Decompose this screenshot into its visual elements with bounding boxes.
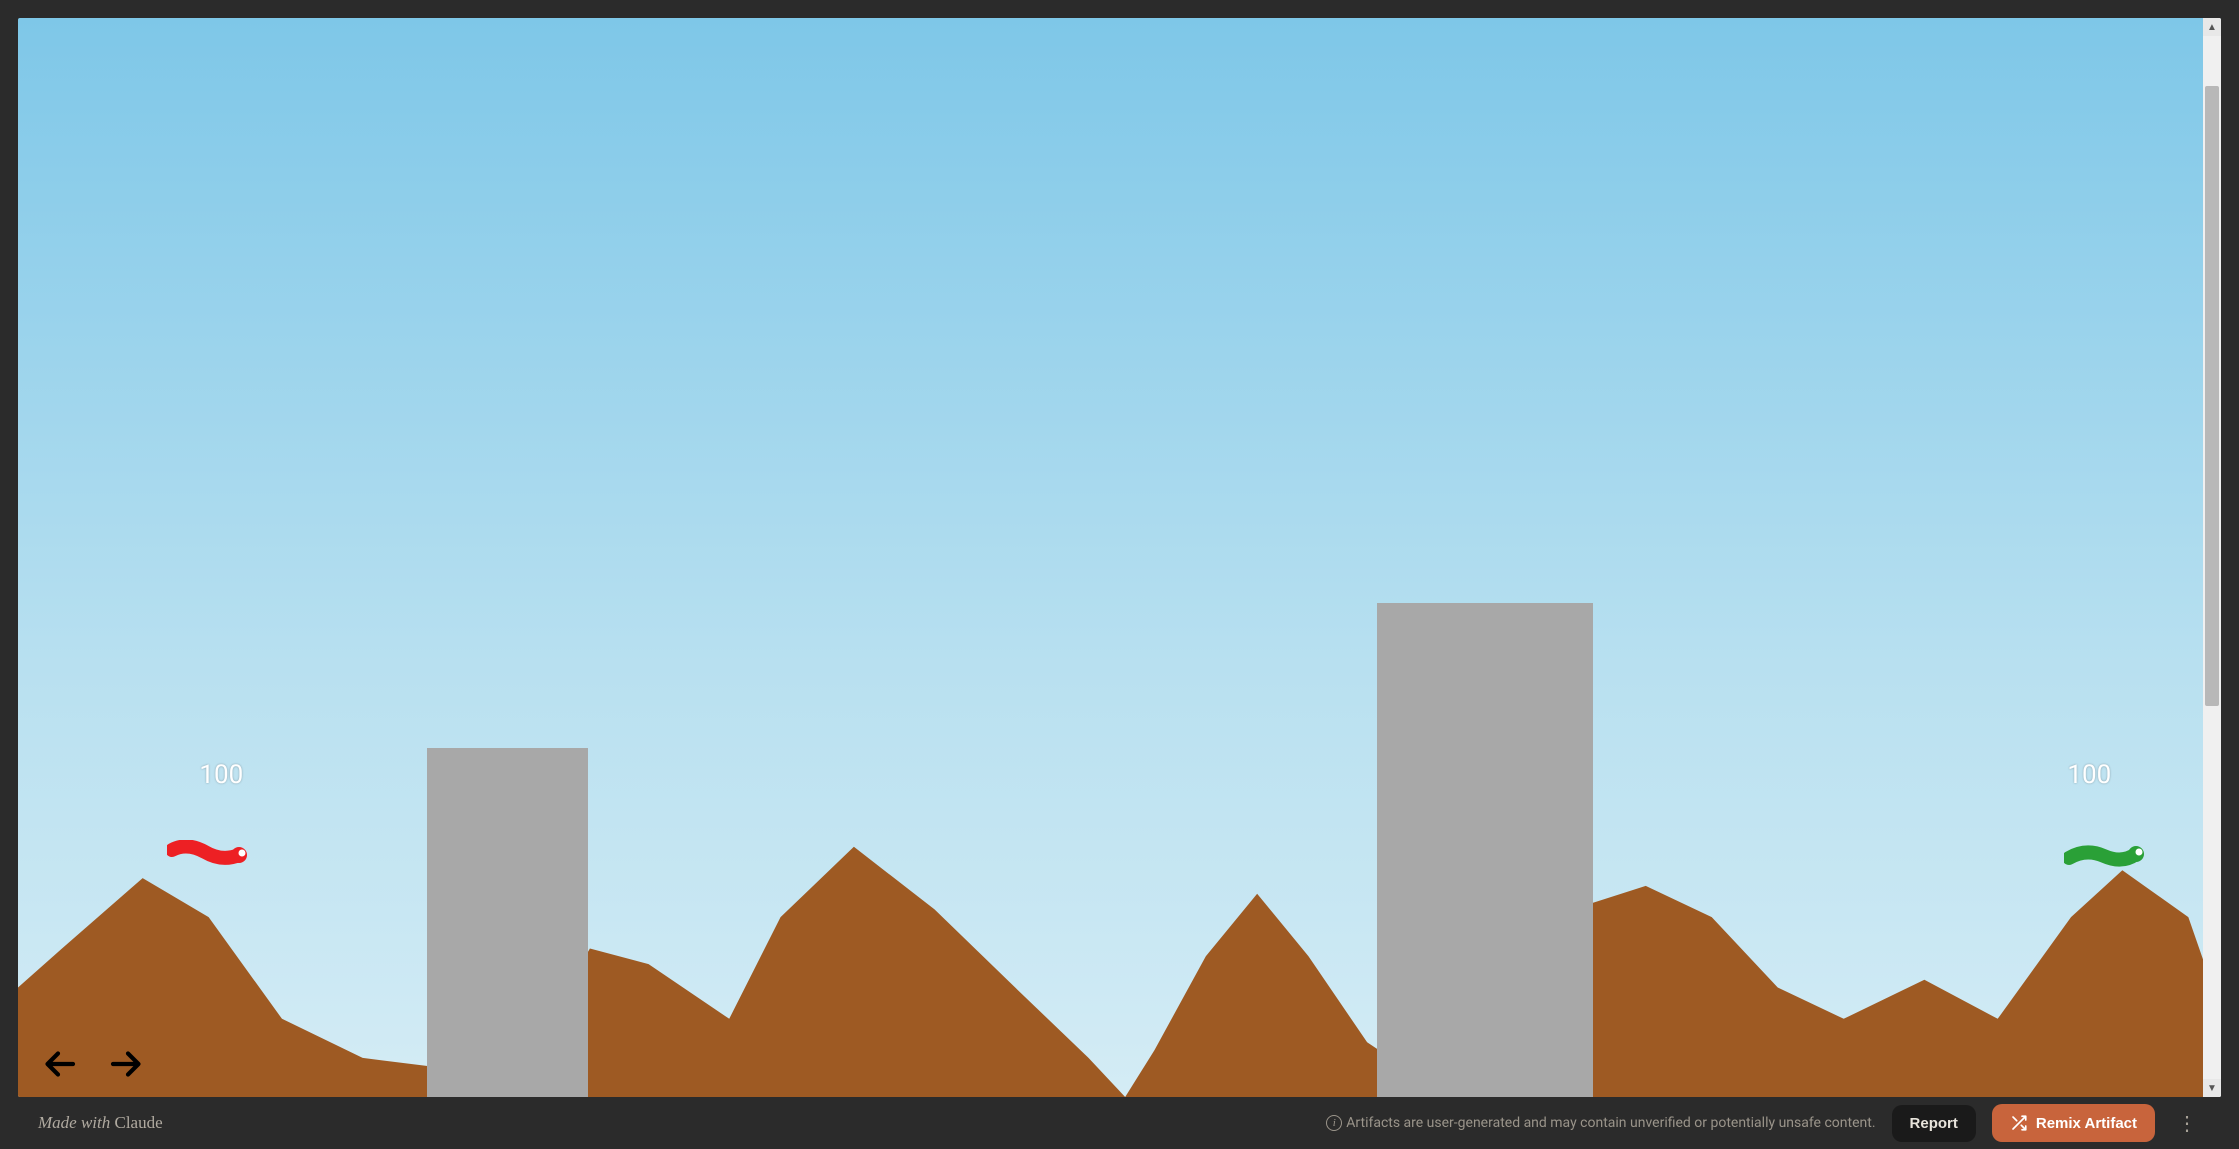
worm-player-green[interactable] [2064, 840, 2144, 870]
footer-bar: Made with Claude i Artifacts are user-ge… [18, 1097, 2221, 1149]
arrow-left-icon[interactable] [43, 1046, 79, 1082]
terrain [18, 18, 2203, 1097]
hp-label-red: 100 [199, 760, 243, 790]
scrollbar-vertical[interactable]: ▲ ▼ [2203, 18, 2221, 1097]
remix-label: Remix Artifact [2036, 1115, 2137, 1132]
kebab-menu-icon[interactable]: ⋮ [2171, 1111, 2201, 1135]
scroll-thumb[interactable] [2205, 86, 2219, 706]
shuffle-icon [2010, 1114, 2028, 1132]
report-button[interactable]: Report [1892, 1105, 1976, 1142]
worm-player-red[interactable] [167, 840, 247, 870]
claude-text: Claude [115, 1113, 163, 1132]
hp-label-green: 100 [2067, 760, 2111, 790]
app-frame: 100 100 ▲ [0, 0, 2239, 1149]
remix-button[interactable]: Remix Artifact [1992, 1104, 2155, 1142]
game-canvas[interactable]: 100 100 [18, 18, 2203, 1097]
info-icon: i [1326, 1115, 1342, 1131]
made-with-label: Made with Claude [38, 1113, 163, 1133]
made-with-text: Made with [38, 1113, 115, 1132]
nav-arrows [43, 1046, 143, 1082]
scroll-down-icon[interactable]: ▼ [2203, 1079, 2221, 1097]
building-obstacle [1377, 603, 1593, 1097]
arrow-right-icon[interactable] [107, 1046, 143, 1082]
disclaimer-text: Artifacts are user-generated and may con… [1346, 1115, 1875, 1131]
worm-green-sprite [2064, 840, 2144, 870]
building-obstacle [427, 748, 589, 1097]
disclaimer: i Artifacts are user-generated and may c… [1326, 1115, 1875, 1131]
scroll-up-icon[interactable]: ▲ [2203, 18, 2221, 36]
scroll-track[interactable] [2203, 36, 2221, 1079]
game-viewport[interactable]: 100 100 ▲ [18, 18, 2221, 1097]
worm-red-sprite [167, 840, 247, 870]
